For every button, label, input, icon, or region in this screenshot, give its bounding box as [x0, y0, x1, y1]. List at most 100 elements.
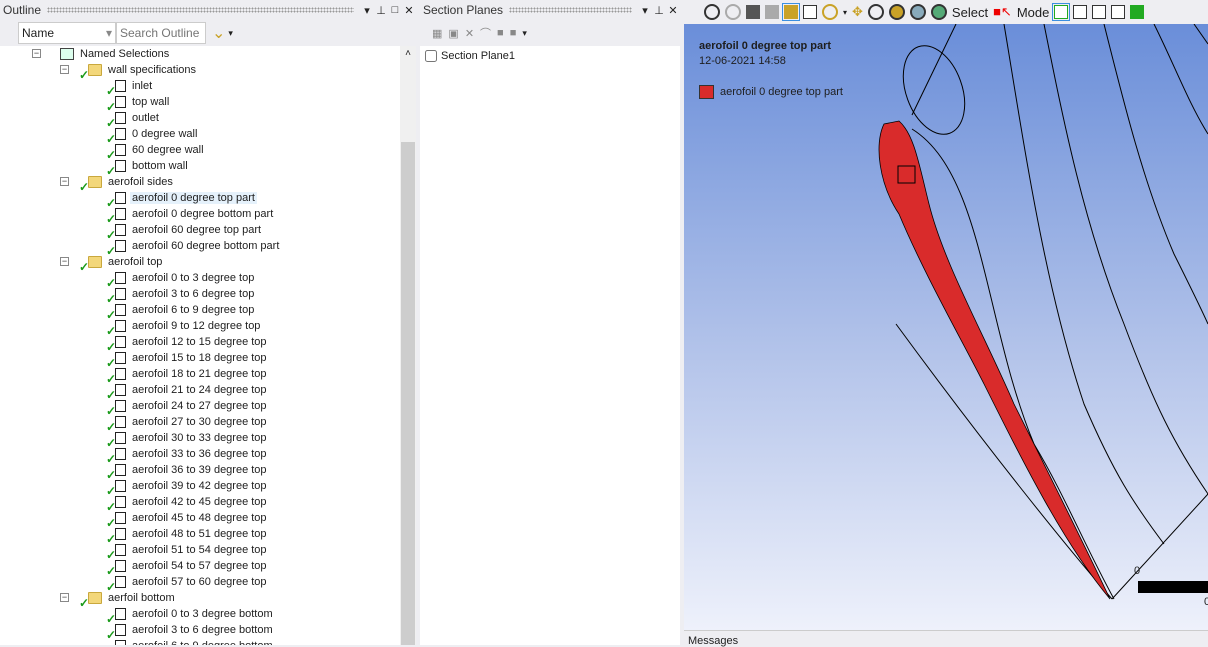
close-icon[interactable]: ✕ [402, 4, 416, 17]
pan-icon[interactable]: ✥ [852, 4, 863, 20]
tree-item[interactable]: ✓ aerofoil 0 degree top part [106, 190, 257, 210]
tree-item[interactable]: ✓ aerofoil 48 to 51 degree top [106, 526, 269, 546]
tree-item-label: aerofoil 0 degree bottom part [132, 208, 274, 220]
tree-item[interactable]: ✓ outlet [106, 110, 161, 130]
tree-root-named-selections[interactable]: − Named Selections [32, 46, 171, 62]
delete-icon[interactable]: ✕ [465, 27, 474, 40]
close-icon[interactable]: ✕ [666, 4, 680, 17]
tree-item[interactable]: ✓ aerofoil 12 to 15 degree top [106, 334, 269, 354]
collapse-icon[interactable]: − [60, 593, 69, 602]
show-whole-icon[interactable]: ■ [497, 27, 504, 39]
select-face-icon[interactable] [1111, 5, 1126, 19]
collapse-icon[interactable]: − [60, 65, 69, 74]
tree-item[interactable]: ✓ aerofoil 24 to 27 degree top [106, 398, 269, 418]
tree-item[interactable]: ✓ aerofoil 60 degree bottom part [106, 238, 281, 258]
collapse-icon[interactable]: − [60, 257, 69, 266]
zoom-in-icon[interactable] [888, 4, 905, 20]
select-vertex-icon[interactable] [1073, 5, 1088, 19]
drag-grip[interactable] [509, 7, 632, 13]
tree-item[interactable]: ✓ aerofoil 27 to 30 degree top [106, 414, 269, 434]
tree-folder[interactable]: − ✓ wall specifications [60, 62, 198, 82]
aerofoil-face[interactable] [878, 120, 1111, 600]
face-icon: ✓ [106, 400, 126, 418]
maximize-icon[interactable]: □ [388, 4, 402, 16]
tree-item-label: aerofoil 21 to 24 degree top [132, 384, 267, 396]
tree-item[interactable]: ✓ 0 degree wall [106, 126, 199, 146]
tree-item-label: aerofoil 0 degree top part [130, 192, 257, 204]
zoom-icon[interactable] [867, 4, 884, 20]
section-plane-item[interactable]: Section Plane1 [425, 50, 675, 62]
expand-search-icon[interactable]: ⌄ [212, 23, 225, 43]
graphics-viewport[interactable]: aerofoil 0 degree top part 12-06-2021 14… [684, 24, 1208, 630]
tree-folder[interactable]: − ✓ aerofoil sides [60, 174, 175, 194]
tree-item-label: aerofoil 15 to 18 degree top [132, 352, 267, 364]
mode-dropdown[interactable]: Mode [1017, 5, 1050, 20]
tree-item[interactable]: ✓ aerofoil 33 to 36 degree top [106, 446, 269, 466]
section-plane-checkbox[interactable] [425, 50, 437, 62]
tree-item[interactable]: ✓ 60 degree wall [106, 142, 206, 162]
tree-item[interactable]: ✓ top wall [106, 94, 171, 114]
filter-select[interactable]: Name ▾ [18, 22, 116, 44]
tree-item[interactable]: ✓ aerofoil 51 to 54 degree top [106, 542, 269, 562]
select-body-icon[interactable] [1130, 5, 1145, 19]
drag-grip[interactable] [47, 7, 354, 13]
tree-item[interactable]: ✓ aerofoil 42 to 45 degree top [106, 494, 269, 514]
dropdown-icon[interactable]: ▾ [360, 4, 374, 17]
tree-item-label: 0 degree wall [132, 128, 198, 140]
search-input[interactable] [116, 22, 206, 44]
shaded-icon[interactable] [746, 5, 760, 19]
tree-item[interactable]: ✓ aerofoil 18 to 21 degree top [106, 366, 269, 386]
more-options-icon[interactable]: ▾ [228, 28, 233, 39]
face-icon: ✓ [106, 416, 126, 434]
tree-item[interactable]: ✓ aerofoil 39 to 42 degree top [106, 478, 269, 498]
tree-item[interactable]: ✓ aerofoil 45 to 48 degree top [106, 510, 269, 530]
tree-item[interactable]: ✓ aerofoil 36 to 39 degree top [106, 462, 269, 482]
tree-item[interactable]: ✓ aerofoil 3 to 6 degree bottom [106, 622, 275, 642]
tree-folder[interactable]: − ✓ aerfoil bottom [60, 590, 177, 610]
tree-item[interactable]: ✓ aerofoil 6 to 9 degree bottom [106, 638, 275, 645]
filter-select-value: Name [22, 26, 55, 40]
tree-item[interactable]: ✓ aerofoil 3 to 6 degree top [106, 286, 256, 306]
scrollbar-thumb[interactable] [401, 142, 415, 645]
tree-item-label: aerofoil 36 to 39 degree top [132, 464, 267, 476]
collapse-icon[interactable]: − [60, 177, 69, 186]
tree-item[interactable]: ✓ aerofoil 9 to 12 degree top [106, 318, 262, 338]
zoom-selection-icon[interactable] [930, 4, 947, 20]
rotate-icon[interactable] [822, 4, 838, 20]
tree-item[interactable]: ✓ bottom wall [106, 158, 190, 178]
messages-panel[interactable]: Messages [684, 630, 1208, 647]
scroll-up-icon[interactable]: ˄ [400, 48, 416, 59]
select-mode-icon[interactable]: ■↖ [993, 4, 1012, 20]
rotate-dropdown-icon[interactable]: ▾ [843, 8, 847, 17]
display-edges-icon[interactable] [782, 3, 800, 21]
more-options-icon[interactable]: ▾ [522, 28, 527, 39]
tree-item[interactable]: ✓ aerofoil 54 to 57 degree top [106, 558, 269, 578]
zoom-next-icon[interactable] [725, 4, 741, 20]
pin-icon[interactable]: ⊥ [652, 4, 666, 17]
show-plane-icon[interactable]: ⌒ [480, 25, 491, 41]
show-cut-icon[interactable]: ■ [510, 27, 517, 39]
dropdown-icon[interactable]: ▾ [638, 4, 652, 17]
tree-item[interactable]: ✓ aerofoil 30 to 33 degree top [106, 430, 269, 450]
edit-plane-icon[interactable]: ▣ [448, 27, 458, 40]
new-plane-icon[interactable]: ▦ [432, 27, 442, 40]
tree-item[interactable]: ✓ aerofoil 60 degree top part [106, 222, 263, 242]
tree-item[interactable]: ✓ aerofoil 6 to 9 degree top [106, 302, 256, 322]
tree-item[interactable]: ✓ aerofoil 15 to 18 degree top [106, 350, 269, 370]
zoom-fit-icon[interactable] [909, 4, 926, 20]
wireframe-icon[interactable] [765, 5, 779, 19]
single-select-icon[interactable] [1052, 3, 1071, 21]
zoom-previous-icon[interactable] [704, 4, 720, 20]
select-edge-icon[interactable] [1092, 5, 1107, 19]
tree-item[interactable]: ✓ aerofoil 0 to 3 degree top [106, 270, 256, 290]
select-label: Select [951, 4, 989, 20]
tree-item[interactable]: ✓ aerofoil 57 to 60 degree top [106, 574, 269, 594]
box-zoom-icon[interactable] [803, 5, 817, 19]
tree-item[interactable]: ✓ aerofoil 0 to 3 degree bottom [106, 606, 275, 626]
pin-icon[interactable]: ⊥ [374, 4, 388, 17]
tree-item[interactable]: ✓ aerofoil 21 to 24 degree top [106, 382, 269, 402]
tree-item[interactable]: ✓ inlet [106, 78, 154, 98]
tree-item[interactable]: ✓ aerofoil 0 degree bottom part [106, 206, 275, 226]
tree-folder[interactable]: − ✓ aerofoil top [60, 254, 164, 274]
collapse-icon[interactable]: − [32, 49, 41, 58]
